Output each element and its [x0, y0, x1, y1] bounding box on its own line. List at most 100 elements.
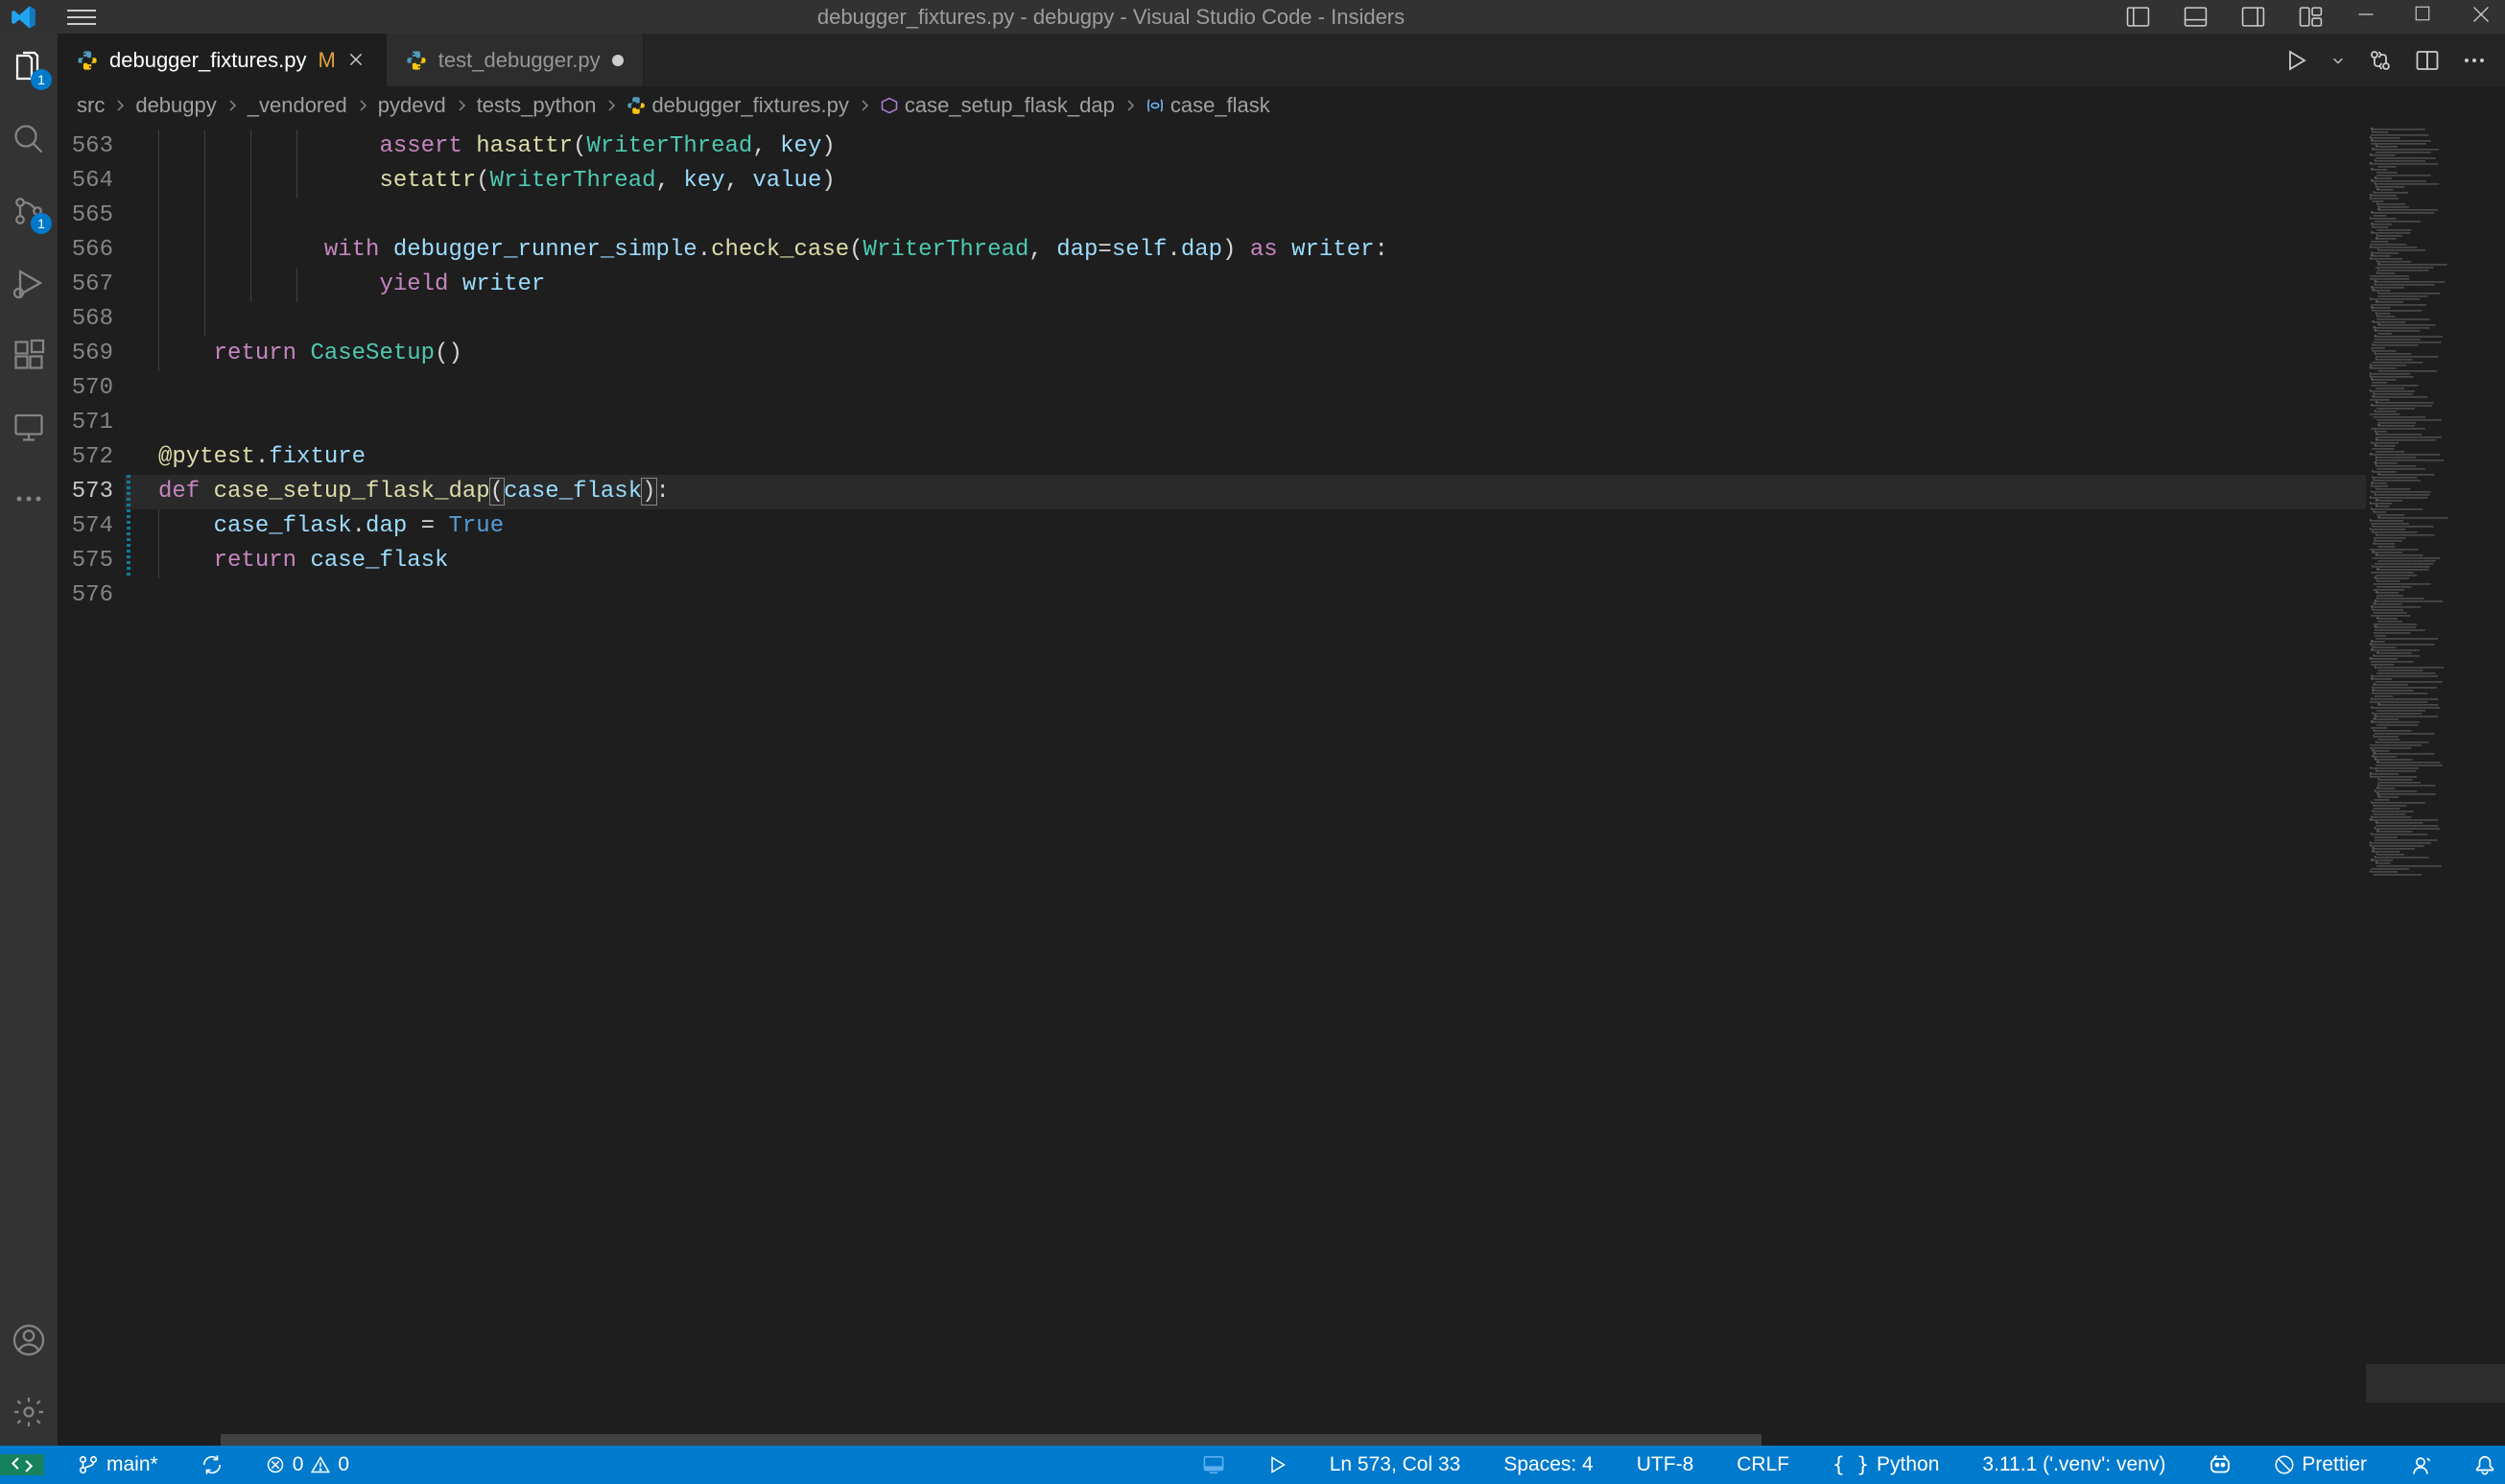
language-label: Python: [1877, 1453, 1939, 1476]
breadcrumb-label: debugpy: [135, 93, 216, 118]
language-mode[interactable]: { } Python: [1823, 1446, 1949, 1484]
search-icon[interactable]: [10, 120, 48, 158]
panel-right-icon[interactable]: [2241, 5, 2265, 29]
breadcrumb-item[interactable]: pydevd: [378, 93, 446, 118]
chevron-right-icon: [454, 98, 469, 113]
chevron-right-icon: [112, 98, 128, 113]
editor-tab[interactable]: test_debugger.py: [387, 34, 644, 86]
line-number: 571: [58, 406, 113, 440]
copilot-icon[interactable]: [2199, 1446, 2241, 1484]
minimap-viewport[interactable]: [2366, 1364, 2505, 1402]
code-line[interactable]: setattr(WriterThread, key, value): [125, 164, 2366, 199]
code-body[interactable]: assert hasattr(WriterThread, key) setatt…: [125, 125, 2366, 1446]
code-line[interactable]: return case_flask: [125, 544, 2366, 578]
code-line[interactable]: [125, 578, 2366, 613]
close-tab-icon[interactable]: [347, 51, 366, 70]
breadcrumb-label: _vendored: [248, 93, 347, 118]
line-number: 563: [58, 130, 113, 164]
code-line[interactable]: return CaseSetup(): [125, 337, 2366, 371]
code-line[interactable]: @pytest.fixture: [125, 440, 2366, 475]
breadcrumb-label: src: [77, 93, 105, 118]
extensions-icon[interactable]: [10, 336, 48, 374]
git-compare-icon[interactable]: [2369, 49, 2392, 72]
modified-gutter-icon: [127, 475, 130, 509]
horizontal-scrollbar[interactable]: [221, 1434, 2361, 1446]
minimize-icon[interactable]: [2356, 5, 2380, 29]
modified-gutter-icon: [127, 544, 130, 578]
code-line[interactable]: yield writer: [125, 268, 2366, 302]
more-actions-icon[interactable]: [2463, 57, 2486, 64]
git-branch[interactable]: main*: [68, 1446, 168, 1484]
menu-icon[interactable]: [67, 10, 96, 25]
remote-button[interactable]: [0, 1454, 44, 1475]
code-line[interactable]: case_flask.dap = True: [125, 509, 2366, 544]
code-line[interactable]: [125, 406, 2366, 440]
code-line[interactable]: with debugger_runner_simple.check_case(W…: [125, 233, 2366, 268]
activity-bar: 1 1: [0, 34, 58, 1446]
breadcrumb-label: case_setup_flask_dap: [905, 93, 1115, 118]
layout-icon[interactable]: [2299, 5, 2323, 29]
run-play-icon[interactable]: [1258, 1446, 1296, 1484]
feedback-icon[interactable]: [2400, 1446, 2441, 1484]
remote-explorer-icon[interactable]: [10, 408, 48, 446]
titlebar: debugger_fixtures.py - debugpy - Visual …: [0, 0, 2505, 34]
code-line[interactable]: def case_setup_flask_dap(case_flask):: [125, 475, 2366, 509]
breadcrumb-item[interactable]: _vendored: [248, 93, 347, 118]
scrollbar-thumb[interactable]: [221, 1434, 1761, 1446]
prettier-status[interactable]: Prettier: [2265, 1446, 2376, 1484]
window-title: debugger_fixtures.py - debugpy - Visual …: [96, 5, 2126, 30]
code-line[interactable]: [125, 302, 2366, 337]
vm-icon[interactable]: [1193, 1446, 1234, 1484]
minimap[interactable]: ██▄▄▄▄▄▄▄▄▄▄▄▄▄▄▄▄▄▄▄▄▄▄▄▄▄▄▄▄▄▄▄▄▄▄▄▄▄▄…: [2366, 125, 2505, 1446]
source-control-icon[interactable]: 1: [10, 192, 48, 230]
editor-tab[interactable]: debugger_fixtures.py M: [58, 34, 387, 86]
chevron-right-icon: [603, 98, 619, 113]
breadcrumb-item[interactable]: tests_python: [477, 93, 597, 118]
breadcrumb-item[interactable]: case_setup_flask_dap: [880, 93, 1115, 118]
split-editor-icon[interactable]: [2416, 49, 2439, 72]
eol[interactable]: CRLF: [1727, 1446, 1799, 1484]
code-editor[interactable]: 5635645655665675685695705715725735745755…: [58, 125, 2505, 1446]
editor-area: debugger_fixtures.py M test_debugger.py …: [58, 34, 2505, 1446]
explorer-icon[interactable]: 1: [10, 48, 48, 86]
panel-left-icon[interactable]: [2126, 5, 2150, 29]
notifications-icon[interactable]: [2465, 1446, 2505, 1484]
breadcrumb-item[interactable]: case_flask: [1146, 93, 1270, 118]
indentation[interactable]: Spaces: 4: [1494, 1446, 1602, 1484]
code-line[interactable]: assert hasattr(WriterThread, key): [125, 130, 2366, 164]
more-icon[interactable]: [10, 480, 48, 518]
sync-button[interactable]: [192, 1446, 232, 1484]
prettier-label: Prettier: [2302, 1453, 2367, 1476]
breadcrumb-label: case_flask: [1170, 93, 1270, 118]
line-number: 570: [58, 371, 113, 406]
branch-name: main*: [106, 1453, 158, 1476]
python-file-icon: [626, 96, 646, 115]
run-button[interactable]: [2284, 49, 2307, 72]
run-debug-icon[interactable]: [10, 264, 48, 302]
python-file-icon: [77, 50, 98, 71]
symbol-method-icon: [880, 96, 899, 115]
breadcrumb-item[interactable]: src: [77, 93, 105, 118]
run-dropdown-icon[interactable]: [2331, 54, 2345, 67]
breadcrumb-item[interactable]: debugger_fixtures.py: [626, 93, 848, 118]
breadcrumb-label: tests_python: [477, 93, 597, 118]
accounts-icon[interactable]: [10, 1321, 48, 1359]
breadcrumb-label: pydevd: [378, 93, 446, 118]
close-icon[interactable]: [2471, 5, 2495, 29]
problems-button[interactable]: 0 0: [256, 1446, 359, 1484]
breadcrumbs[interactable]: src debugpy _vendored pydevd tests_python deb…: [58, 86, 2505, 125]
breadcrumb-item[interactable]: debugpy: [135, 93, 216, 118]
line-gutter: 5635645655665675685695705715725735745755…: [58, 125, 125, 1446]
cursor-position[interactable]: Ln 573, Col 33: [1320, 1446, 1471, 1484]
settings-gear-icon[interactable]: [10, 1393, 48, 1431]
python-interpreter[interactable]: 3.11.1 ('.venv': venv): [1973, 1446, 2175, 1484]
line-number: 573: [58, 475, 113, 509]
panel-bottom-icon[interactable]: [2184, 5, 2208, 29]
modified-gutter-icon: [127, 509, 130, 544]
error-count: 0: [293, 1453, 304, 1476]
code-line[interactable]: [125, 371, 2366, 406]
vscode-logo-icon: [10, 3, 38, 32]
code-line[interactable]: [125, 199, 2366, 233]
maximize-icon[interactable]: [2414, 5, 2438, 29]
encoding[interactable]: UTF-8: [1627, 1446, 1704, 1484]
